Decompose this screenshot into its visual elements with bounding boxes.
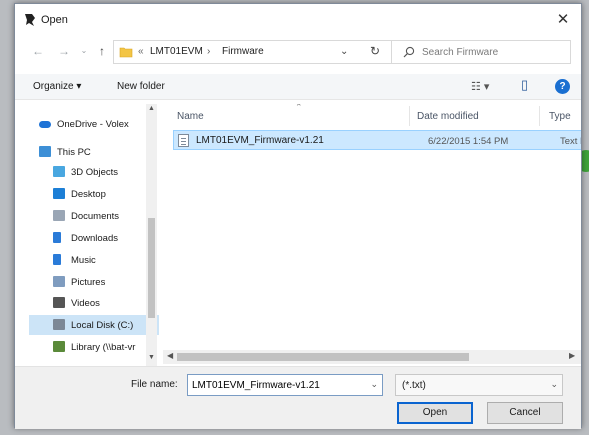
scroll-up-icon[interactable]: ▲ bbox=[147, 105, 156, 112]
refresh-icon[interactable]: ↻ bbox=[364, 44, 386, 62]
column-name-label: Name bbox=[177, 111, 204, 122]
column-date-label: Date modified bbox=[417, 111, 479, 122]
file-date: 6/22/2015 1:54 PM bbox=[428, 136, 509, 147]
open-file-dialog: Open ✕ ← → ⌄ ↑ « LMT01EVM › Firmware ⌄ ↻… bbox=[14, 3, 582, 429]
sidebar-item-label: OneDrive - Volex bbox=[57, 119, 129, 130]
app-icon bbox=[25, 14, 35, 26]
window-title: Open bbox=[41, 14, 68, 26]
open-button[interactable]: Open bbox=[397, 402, 473, 424]
folder-icon bbox=[119, 47, 133, 58]
desktop-icon bbox=[53, 188, 65, 199]
file-name-field[interactable] bbox=[188, 375, 366, 395]
search-icon bbox=[403, 46, 415, 58]
help-icon[interactable]: ? bbox=[555, 79, 570, 94]
file-list: ⌃ Name Date modified Type LMT01EVM_Firmw… bbox=[163, 104, 581, 348]
sidebar-item-label: Music bbox=[71, 255, 96, 266]
sidebar-item[interactable]: Pictures bbox=[29, 272, 159, 292]
file-type-select[interactable]: (*.txt) ⌄ bbox=[395, 374, 563, 396]
address-bar[interactable]: « LMT01EVM › Firmware ⌄ ↻ bbox=[113, 40, 393, 64]
recent-locations-chevron-icon[interactable]: ⌄ bbox=[75, 42, 93, 60]
view-options-icon[interactable]: ☷ ▾ bbox=[471, 80, 489, 93]
file-name-dropdown-icon[interactable]: ⌄ bbox=[370, 379, 378, 390]
scroll-left-icon[interactable]: ◀ bbox=[167, 351, 173, 360]
onedrive-icon bbox=[39, 121, 51, 128]
column-header-type[interactable]: Type bbox=[539, 104, 581, 128]
download-icon bbox=[53, 232, 61, 243]
up-arrow-icon[interactable]: ↑ bbox=[93, 42, 111, 60]
breadcrumb-lmt01evm[interactable]: LMT01EVM bbox=[150, 46, 203, 57]
sidebar-item-label: Videos bbox=[71, 298, 100, 309]
sidebar-item-label: Documents bbox=[71, 211, 120, 222]
search-box[interactable] bbox=[391, 40, 571, 64]
file-type-value: (*.txt) bbox=[402, 380, 426, 391]
music-icon bbox=[53, 254, 61, 265]
scroll-right-icon[interactable]: ▶ bbox=[569, 351, 575, 360]
sidebar-item[interactable]: Local Disk (C:) bbox=[29, 315, 159, 335]
sidebar-item-label: Pictures bbox=[71, 277, 106, 288]
sidebar-item-label: Desktop bbox=[71, 189, 106, 200]
sidebar-item[interactable]: Downloads bbox=[29, 228, 159, 248]
new-folder-button[interactable]: New folder bbox=[117, 81, 165, 92]
column-header-name[interactable]: ⌃ Name bbox=[163, 104, 409, 128]
file-row[interactable]: LMT01EVM_Firmware-v1.21 6/22/2015 1:54 P… bbox=[173, 130, 581, 150]
horizontal-scroll-thumb[interactable] bbox=[177, 353, 469, 361]
computer-icon bbox=[39, 146, 51, 157]
title-bar: Open ✕ bbox=[15, 4, 581, 36]
column-type-label: Type bbox=[549, 111, 571, 122]
sidebar-item[interactable]: OneDrive - Volex bbox=[29, 114, 159, 134]
file-type: Text Do bbox=[560, 136, 581, 147]
horizontal-scrollbar[interactable]: ◀ ▶ bbox=[163, 350, 581, 364]
scroll-down-icon[interactable]: ▼ bbox=[147, 354, 156, 361]
sidebar-item-label: This PC bbox=[57, 147, 91, 158]
navigation-scrollbar[interactable]: ▲ ▼ bbox=[146, 104, 157, 366]
cube-icon bbox=[53, 166, 65, 177]
sidebar-item[interactable]: Desktop bbox=[29, 184, 159, 204]
breadcrumb-firmware[interactable]: Firmware bbox=[222, 46, 264, 57]
file-name: LMT01EVM_Firmware-v1.21 bbox=[196, 135, 324, 146]
sidebar-item[interactable]: Documents bbox=[29, 206, 159, 226]
search-input[interactable] bbox=[422, 41, 567, 63]
sort-arrow-icon: ⌃ bbox=[295, 104, 303, 112]
scroll-thumb[interactable] bbox=[148, 218, 155, 318]
address-overflow-icon[interactable]: « bbox=[138, 46, 144, 57]
column-header-date[interactable]: Date modified bbox=[409, 104, 539, 128]
documents-icon bbox=[53, 210, 65, 221]
text-file-icon bbox=[178, 134, 189, 147]
navigation-row: ← → ⌄ ↑ « LMT01EVM › Firmware ⌄ ↻ bbox=[15, 38, 581, 66]
file-name-combobox[interactable]: ⌄ bbox=[187, 374, 383, 396]
organize-button[interactable]: Organize ▾ bbox=[33, 81, 81, 92]
sidebar-item[interactable]: Library (\\bat-vr bbox=[29, 337, 159, 357]
breadcrumb-separator-icon: › bbox=[207, 46, 211, 57]
sidebar-item-label: Local Disk (C:) bbox=[71, 320, 134, 331]
file-name-label: File name: bbox=[131, 379, 178, 390]
file-type-dropdown-icon[interactable]: ⌄ bbox=[550, 379, 558, 390]
sidebar-item-label: Library (\\bat-vr bbox=[71, 342, 136, 353]
preview-pane-icon[interactable]: ▯ bbox=[521, 77, 528, 93]
videos-icon bbox=[53, 297, 65, 308]
bottom-panel: File name: ⌄ (*.txt) ⌄ Open Cancel bbox=[15, 366, 581, 429]
pictures-icon bbox=[53, 276, 65, 287]
sidebar-item-label: Downloads bbox=[71, 233, 118, 244]
back-arrow-icon[interactable]: ← bbox=[29, 42, 47, 60]
command-toolbar: Organize ▾ New folder ☷ ▾ ▯ ? bbox=[15, 74, 581, 100]
cancel-button[interactable]: Cancel bbox=[487, 402, 563, 424]
sidebar-item[interactable]: Music bbox=[29, 250, 159, 270]
disk-icon bbox=[53, 319, 65, 330]
sidebar-item-label: 3D Objects bbox=[71, 167, 118, 178]
sidebar-item[interactable]: This PC bbox=[29, 142, 159, 162]
navigation-pane: OneDrive - Volex This PC 3D Objects Desktop… bbox=[29, 104, 159, 366]
network-drive-icon bbox=[53, 341, 65, 352]
sidebar-item[interactable]: 3D Objects bbox=[29, 162, 159, 182]
close-button[interactable]: ✕ bbox=[549, 8, 577, 32]
address-dropdown-icon[interactable]: ⌄ bbox=[340, 46, 348, 57]
forward-arrow-icon[interactable]: → bbox=[55, 42, 73, 60]
sidebar-item[interactable]: Videos bbox=[29, 293, 159, 313]
